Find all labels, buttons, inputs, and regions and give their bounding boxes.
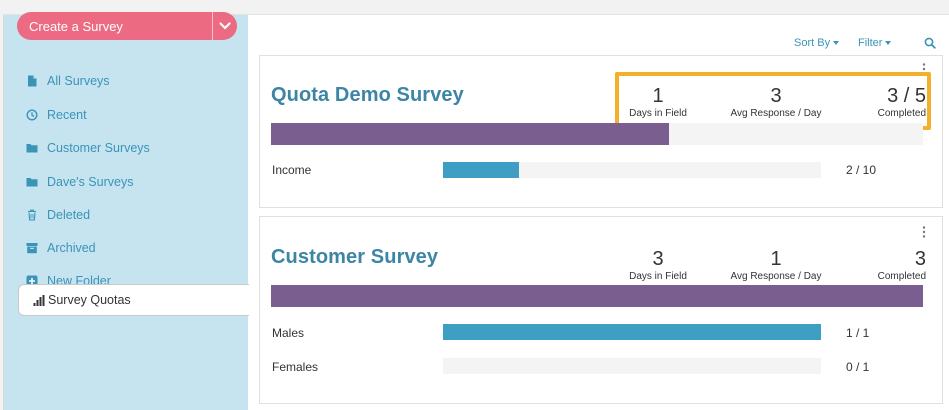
avg-response-label: Avg Response / Day bbox=[730, 271, 822, 282]
sidebar-item-customer-surveys[interactable]: Customer Surveys bbox=[26, 139, 150, 157]
survey-title[interactable]: Customer Survey bbox=[271, 246, 438, 269]
quota-bar bbox=[443, 162, 821, 178]
completed-value: 3 bbox=[914, 248, 926, 270]
sort-by-label: Sort By bbox=[794, 37, 831, 49]
quota-count: 1 / 1 bbox=[846, 326, 870, 340]
sort-by-dropdown[interactable]: Sort By bbox=[794, 37, 840, 49]
bar-chart-icon bbox=[33, 294, 45, 306]
sidebar-item-label: All Surveys bbox=[47, 74, 110, 88]
days-in-field-value: 3 bbox=[652, 248, 664, 270]
quota-bar bbox=[443, 324, 821, 340]
clock-icon bbox=[26, 109, 38, 121]
quota-count: 2 / 10 bbox=[846, 163, 877, 177]
folder-icon bbox=[26, 176, 38, 188]
sidebar-item-all-surveys[interactable]: All Surveys bbox=[26, 72, 110, 90]
sidebar-item-label: Dave's Surveys bbox=[47, 175, 134, 189]
folder-icon bbox=[26, 142, 38, 154]
sidebar-item-label: Archived bbox=[47, 241, 96, 255]
survey-title[interactable]: Quota Demo Survey bbox=[271, 84, 464, 107]
avg-response-stat: 1 Avg Response / Day bbox=[722, 248, 830, 284]
stats-highlight-box bbox=[615, 72, 931, 130]
quota-label: Males bbox=[272, 326, 305, 340]
sidebar-item-deleted[interactable]: Deleted bbox=[26, 206, 90, 224]
more-options-icon[interactable] bbox=[922, 226, 926, 238]
caret-down-icon bbox=[833, 41, 840, 45]
filter-dropdown[interactable]: Filter bbox=[858, 37, 892, 49]
caret-down-icon bbox=[885, 41, 892, 45]
quota-bar-fill bbox=[443, 324, 821, 340]
chevron-down-icon[interactable] bbox=[212, 12, 237, 40]
quota-bar-fill bbox=[443, 162, 519, 178]
survey-progress-bar bbox=[271, 123, 923, 145]
search-icon[interactable] bbox=[924, 37, 936, 49]
sidebar-item-daves-surveys[interactable]: Dave's Surveys bbox=[26, 173, 133, 191]
survey-progress-fill bbox=[271, 123, 669, 145]
days-in-field-label: Days in Field bbox=[629, 271, 687, 282]
quota-count: 0 / 1 bbox=[846, 360, 870, 374]
avg-response-value: 1 bbox=[770, 248, 782, 270]
sidebar-item-label: Deleted bbox=[47, 208, 91, 222]
days-in-field-stat: 3 Days in Field bbox=[622, 248, 694, 284]
filter-label: Filter bbox=[858, 37, 883, 49]
completed-label: Completed bbox=[877, 271, 926, 282]
quota-label: Females bbox=[272, 360, 319, 374]
survey-progress-bar bbox=[271, 285, 923, 307]
create-survey-button[interactable]: Create a Survey bbox=[17, 12, 237, 40]
sidebar-item-label: Survey Quotas bbox=[48, 293, 131, 307]
completed-stat: 3 Completed bbox=[858, 248, 926, 284]
quota-bar bbox=[443, 358, 821, 374]
sidebar-item-recent[interactable]: Recent bbox=[26, 106, 87, 124]
file-icon bbox=[26, 75, 38, 87]
survey-card bbox=[259, 216, 943, 404]
survey-progress-fill bbox=[271, 285, 923, 307]
sidebar-item-survey-quotas[interactable]: Survey Quotas bbox=[18, 284, 249, 316]
trash-icon bbox=[26, 209, 38, 221]
quota-label: Income bbox=[272, 163, 312, 177]
sidebar-item-archived[interactable]: Archived bbox=[26, 239, 96, 257]
archive-icon bbox=[26, 242, 38, 254]
sidebar-item-label: Customer Surveys bbox=[47, 141, 150, 155]
sidebar-item-label: Recent bbox=[47, 108, 87, 122]
create-survey-label: Create a Survey bbox=[29, 18, 123, 34]
